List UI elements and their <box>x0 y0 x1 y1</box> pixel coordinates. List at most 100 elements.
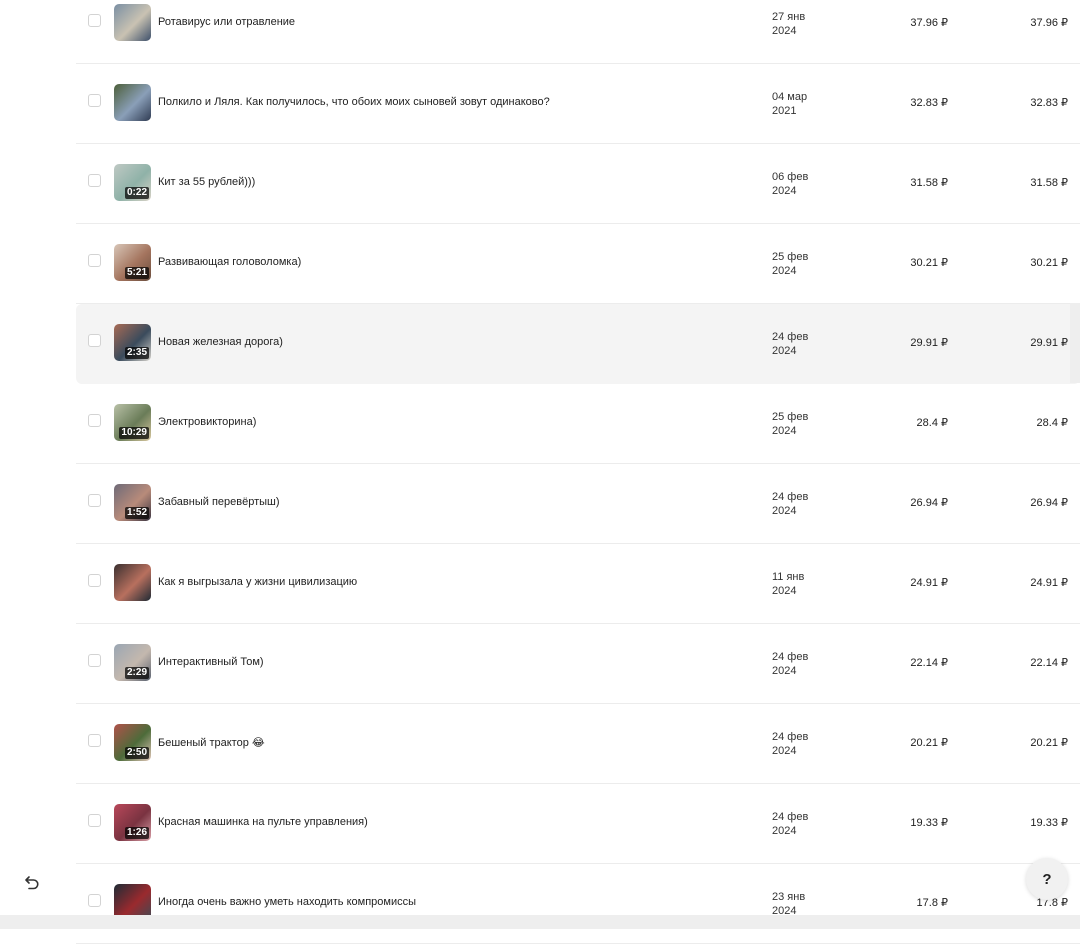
date-day: 24 фев <box>772 651 809 663</box>
row-checkbox[interactable] <box>88 814 101 827</box>
video-duration: 0:22 <box>124 187 149 199</box>
total-amount: 19.33 ₽ <box>1030 817 1068 829</box>
video-title[interactable]: Забавный перевёртыш) <box>158 496 280 508</box>
row-checkbox[interactable] <box>88 414 101 427</box>
video-title[interactable]: Интерактивный Том) <box>158 656 264 668</box>
revenue-amount: 31.58 ₽ <box>910 177 948 189</box>
row-checkbox[interactable] <box>88 894 101 907</box>
table-row[interactable]: Как я выгрызала у жизни цивилизацию 11 я… <box>76 544 1080 624</box>
date-day: 25 фев <box>772 411 809 423</box>
date-day: 25 фев <box>772 251 809 263</box>
video-thumbnail[interactable]: 2:29 <box>114 644 151 681</box>
revenue-amount: 20.21 ₽ <box>910 737 948 749</box>
row-checkbox[interactable] <box>88 14 101 27</box>
video-date: 24 фев 2024 <box>772 330 808 358</box>
total-amount: 31.58 ₽ <box>1030 177 1068 189</box>
date-day: 04 мар <box>772 91 808 103</box>
total-amount: 20.21 ₽ <box>1030 737 1068 749</box>
video-duration: 2:35 <box>124 347 149 359</box>
total-amount: 32.83 ₽ <box>1030 97 1068 109</box>
date-year: 2024 <box>772 25 797 37</box>
table-row[interactable]: 5:21 Развивающая головоломка) 25 фев 202… <box>76 224 1080 304</box>
video-title[interactable]: Полкило и Ляля. Как получилось, что обои… <box>158 96 550 108</box>
video-thumbnail[interactable]: 1:52 <box>114 484 151 521</box>
undo-arrow-icon <box>25 876 39 890</box>
total-amount: 37.96 ₽ <box>1030 17 1068 29</box>
revenue-amount: 17.8 ₽ <box>916 897 948 909</box>
row-checkbox[interactable] <box>88 574 101 587</box>
video-thumbnail[interactable] <box>114 564 151 601</box>
video-date: 25 фев 2024 <box>772 250 808 278</box>
video-title[interactable]: Бешеный трактор 😂 <box>158 736 265 749</box>
table-row[interactable]: 2:29 Интерактивный Том) 24 фев 2024 22.1… <box>76 624 1080 704</box>
video-title[interactable]: Как я выгрызала у жизни цивилизацию <box>158 576 357 588</box>
date-year: 2024 <box>772 825 797 837</box>
revenue-amount: 19.33 ₽ <box>910 817 948 829</box>
row-checkbox[interactable] <box>88 654 101 667</box>
date-year: 2024 <box>772 345 797 357</box>
table-row[interactable]: 10:29 Электровикторина) 25 фев 2024 28.4… <box>76 384 1080 464</box>
video-title[interactable]: Красная машинка на пульте управления) <box>158 816 368 828</box>
revenue-amount: 30.21 ₽ <box>910 257 948 269</box>
video-duration: 1:26 <box>124 827 149 839</box>
scrollbar-track[interactable] <box>1070 303 1080 383</box>
video-thumbnail[interactable] <box>114 84 151 121</box>
video-title[interactable]: Развивающая головоломка) <box>158 256 301 268</box>
video-duration: 10:29 <box>119 427 149 439</box>
bottom-bar <box>0 915 1080 929</box>
row-checkbox[interactable] <box>88 94 101 107</box>
row-checkbox[interactable] <box>88 734 101 747</box>
date-day: 06 фев <box>772 171 809 183</box>
revenue-amount: 29.91 ₽ <box>910 337 948 349</box>
total-amount: 30.21 ₽ <box>1030 257 1068 269</box>
date-day: 24 фев <box>772 331 809 343</box>
video-thumbnail[interactable]: 0:22 <box>114 164 151 201</box>
video-title[interactable]: Электровикторина) <box>158 416 256 428</box>
video-thumbnail[interactable]: 2:50 <box>114 724 151 761</box>
row-checkbox[interactable] <box>88 174 101 187</box>
date-year: 2024 <box>772 745 797 757</box>
total-amount: 24.91 ₽ <box>1030 577 1068 589</box>
revenue-amount: 28.4 ₽ <box>916 417 948 429</box>
table-row[interactable]: Иногда очень важно уметь находить компро… <box>76 864 1080 944</box>
table-row[interactable]: 0:22 Кит за 55 рублей))) 06 фев 2024 31.… <box>76 144 1080 224</box>
video-title[interactable]: Иногда очень важно уметь находить компро… <box>158 896 416 908</box>
video-title[interactable]: Новая железная дорога) <box>158 336 283 348</box>
video-thumbnail[interactable]: 5:21 <box>114 244 151 281</box>
date-year: 2024 <box>772 185 797 197</box>
video-date: 24 фев 2024 <box>772 490 808 518</box>
table-row[interactable]: Ротавирус или отравление 27 янв 2024 37.… <box>76 0 1080 64</box>
row-checkbox[interactable] <box>88 254 101 267</box>
row-checkbox[interactable] <box>88 334 101 347</box>
date-day: 24 фев <box>772 491 809 503</box>
date-year: 2024 <box>772 265 797 277</box>
video-thumbnail[interactable]: 2:35 <box>114 324 151 361</box>
undo-button[interactable] <box>20 871 44 895</box>
table-row[interactable]: Полкило и Ляля. Как получилось, что обои… <box>76 64 1080 144</box>
date-year: 2024 <box>772 425 797 437</box>
help-button[interactable]: ? <box>1026 858 1068 900</box>
video-title[interactable]: Ротавирус или отравление <box>158 16 295 28</box>
table-row[interactable]: 2:35 Новая железная дорога) 24 фев 2024 … <box>76 304 1080 384</box>
table-row[interactable]: 2:50 Бешеный трактор 😂 24 фев 2024 20.21… <box>76 704 1080 784</box>
video-date: 25 фев 2024 <box>772 410 808 438</box>
revenue-amount: 22.14 ₽ <box>910 657 948 669</box>
table-row[interactable]: 1:52 Забавный перевёртыш) 24 фев 2024 26… <box>76 464 1080 544</box>
video-thumbnail[interactable]: 10:29 <box>114 404 151 441</box>
date-year: 2021 <box>772 105 797 117</box>
video-thumbnail[interactable]: 1:26 <box>114 804 151 841</box>
total-amount: 28.4 ₽ <box>1036 417 1068 429</box>
video-duration: 2:29 <box>124 667 149 679</box>
date-day: 11 янв <box>772 571 805 583</box>
video-title[interactable]: Кит за 55 рублей))) <box>158 176 255 188</box>
video-thumbnail[interactable] <box>114 4 151 41</box>
row-checkbox[interactable] <box>88 494 101 507</box>
video-date: 06 фев 2024 <box>772 170 808 198</box>
date-day: 23 янв <box>772 891 806 903</box>
table-row[interactable]: 1:26 Красная машинка на пульте управлени… <box>76 784 1080 864</box>
revenue-amount: 32.83 ₽ <box>910 97 948 109</box>
date-year: 2024 <box>772 665 797 677</box>
video-date: 27 янв 2024 <box>772 10 805 38</box>
date-day: 24 фев <box>772 811 809 823</box>
video-date: 23 янв 2024 <box>772 890 805 918</box>
